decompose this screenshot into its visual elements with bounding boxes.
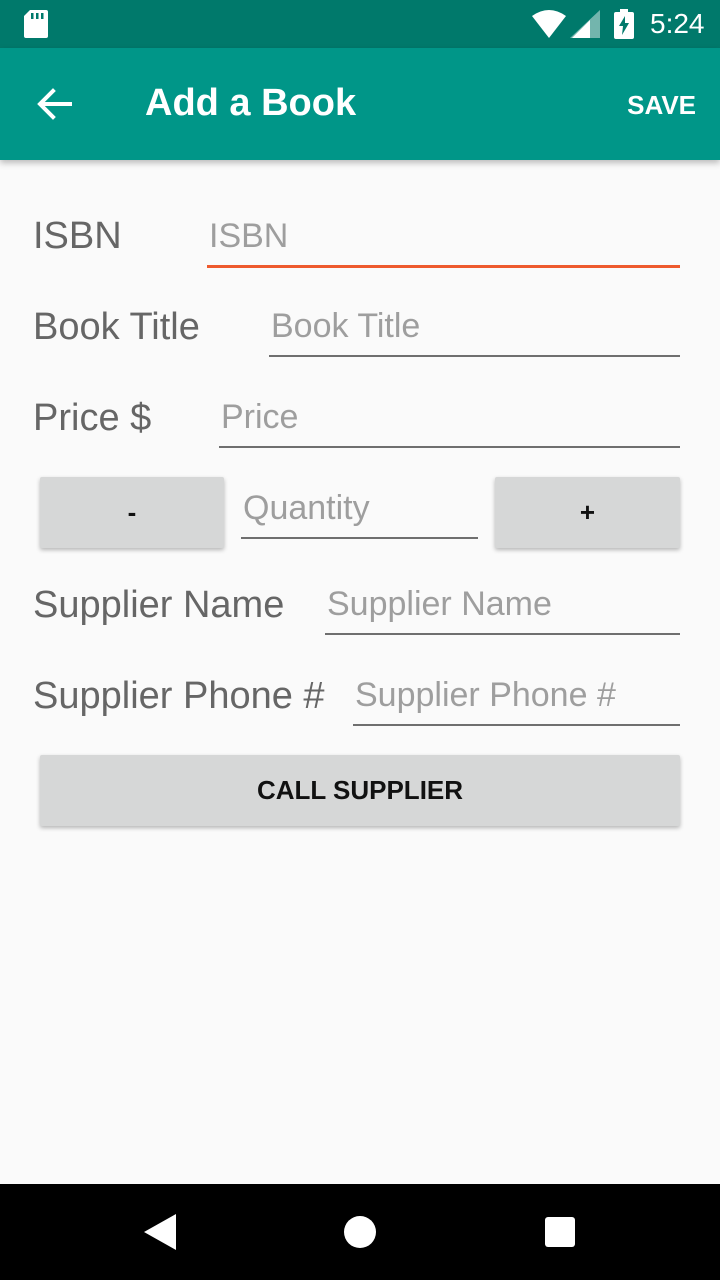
isbn-input[interactable] bbox=[207, 208, 680, 268]
save-button[interactable]: SAVE bbox=[627, 90, 696, 121]
sd-card-icon bbox=[24, 10, 48, 38]
book-title-input[interactable] bbox=[269, 297, 680, 357]
signal-icon bbox=[570, 10, 600, 38]
supplier-phone-label: Supplier Phone # bbox=[33, 675, 325, 717]
battery-charging-icon bbox=[614, 9, 634, 39]
system-nav-bar bbox=[0, 1184, 720, 1280]
nav-home-icon[interactable] bbox=[342, 1214, 378, 1250]
call-supplier-button[interactable]: CALL SUPPLIER bbox=[40, 755, 680, 826]
status-clock: 5:24 bbox=[650, 8, 705, 39]
arrow-back-icon[interactable] bbox=[36, 86, 72, 122]
status-bar: 5:24 bbox=[0, 0, 720, 48]
app-bar: Add a Book SAVE bbox=[0, 48, 720, 160]
supplier-name-input[interactable] bbox=[325, 575, 680, 635]
price-label: Price $ bbox=[33, 397, 152, 439]
quantity-input[interactable] bbox=[241, 479, 478, 539]
price-input[interactable] bbox=[219, 388, 680, 448]
quantity-increment-button[interactable]: + bbox=[495, 477, 680, 548]
isbn-label: ISBN bbox=[33, 215, 122, 257]
supplier-phone-input[interactable] bbox=[353, 666, 680, 726]
supplier-name-label: Supplier Name bbox=[33, 584, 285, 626]
book-title-label: Book Title bbox=[33, 306, 200, 348]
quantity-decrement-button[interactable]: - bbox=[40, 477, 224, 548]
wifi-icon bbox=[532, 10, 566, 38]
nav-back-icon[interactable] bbox=[144, 1214, 176, 1250]
page-title: Add a Book bbox=[145, 82, 357, 124]
nav-recents-icon[interactable] bbox=[544, 1216, 576, 1248]
